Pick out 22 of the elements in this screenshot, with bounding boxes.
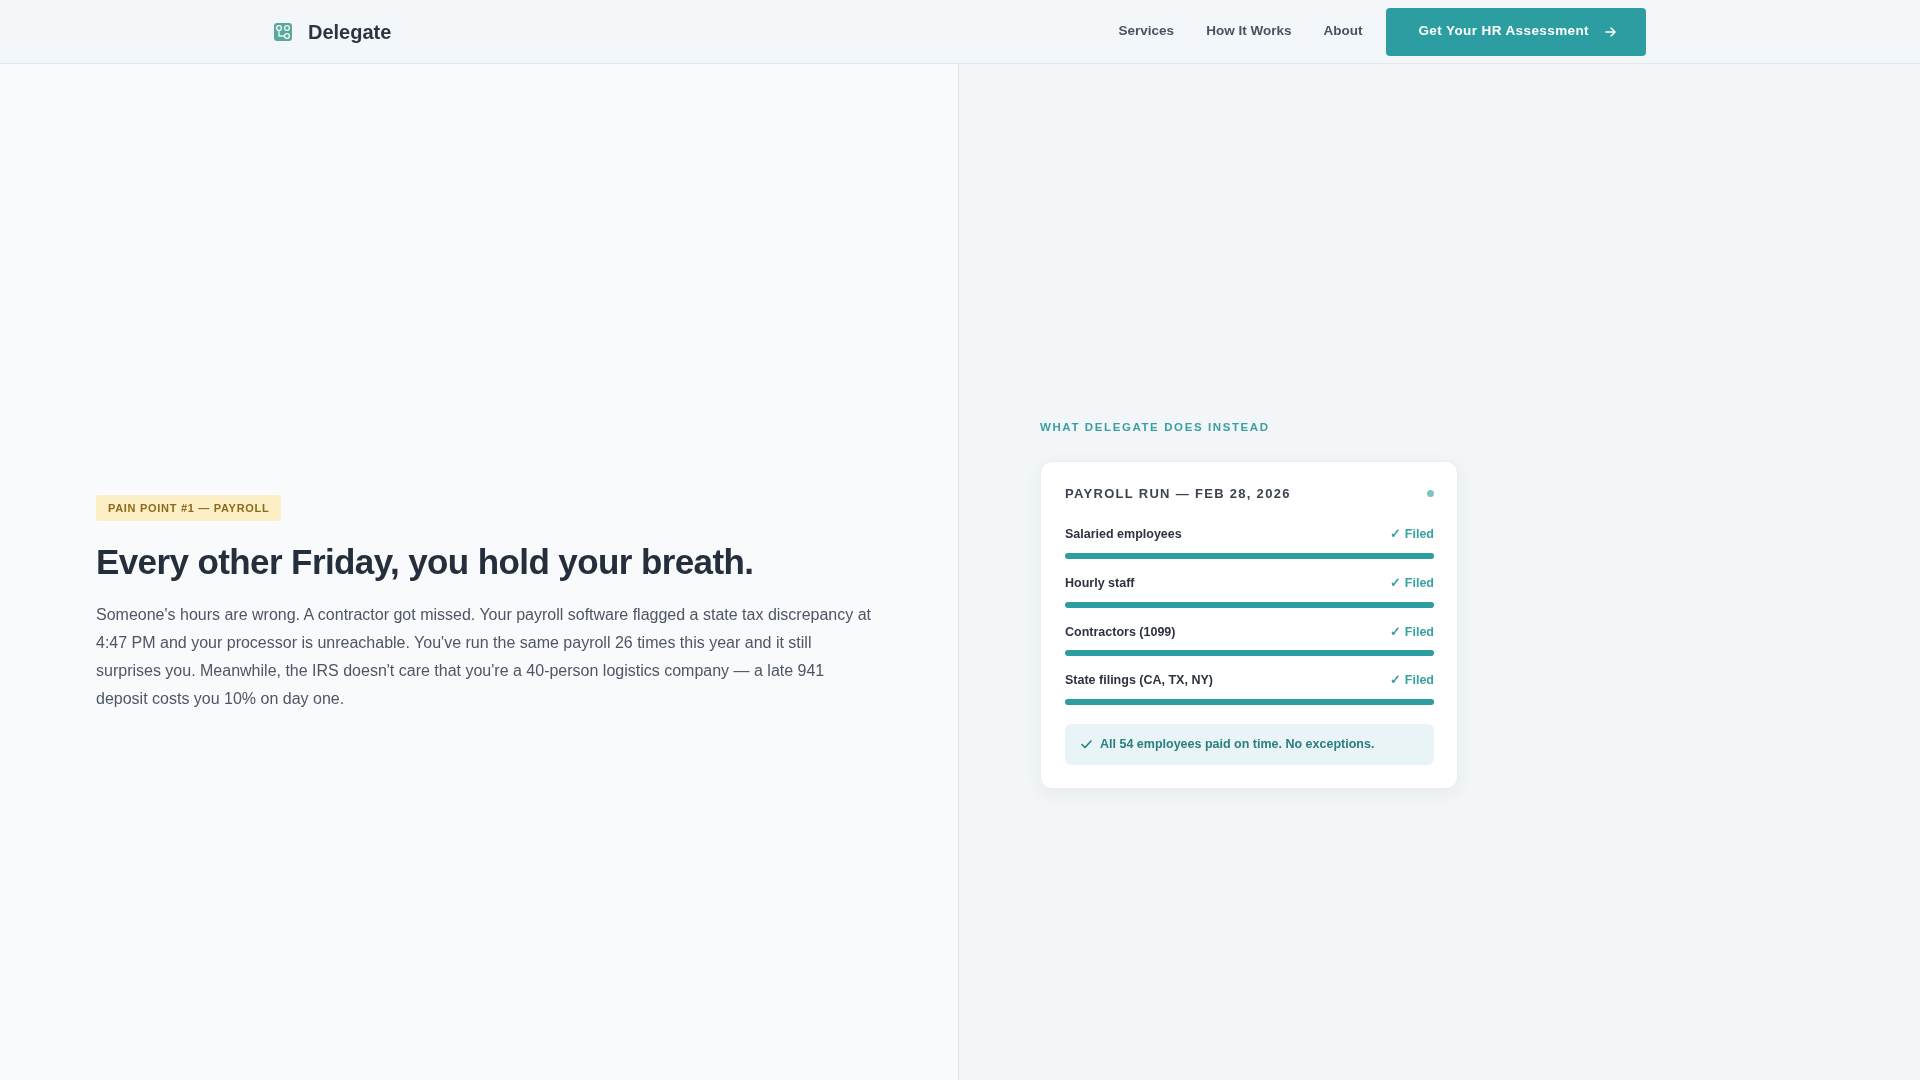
status-text: ✓ Filed: [1390, 526, 1434, 543]
summary-text: All 54 employees paid on time. No exceptions.: [1100, 736, 1375, 753]
row-label: Salaried employees: [1065, 526, 1182, 543]
status-text: ✓ Filed: [1390, 672, 1434, 690]
section-heading: Every other Friday, you hold your breath.: [96, 541, 755, 584]
nav-link[interactable]: How It Works: [1206, 17, 1292, 46]
pain-point-tag: PAIN POINT #1 — PAYROLL: [96, 494, 282, 522]
row-label: State filings (CA, TX, NY): [1065, 672, 1213, 690]
nav-link[interactable]: About: [1323, 17, 1363, 46]
status-text: ✓ Filed: [1390, 623, 1434, 641]
logo-icon: [274, 22, 292, 41]
status-dot-icon: [1427, 489, 1434, 497]
card-title: PAYROLL RUN — FEB 28, 2026: [1065, 484, 1291, 503]
brand-name[interactable]: Delegate: [308, 16, 392, 47]
arrow-right-icon: [1605, 26, 1616, 37]
row-label: Hourly staff: [1065, 574, 1135, 592]
status-text: ✓ Filed: [1390, 574, 1434, 592]
nav-link[interactable]: Services: [1118, 17, 1175, 46]
description-paragraph: Someone's hours are wrong. A contractor got missed. Your payroll software flagged a state tax discrepancy at 4:47 PM and your processor is unreachable. You've run the same payroll 26 times this year and it still surprises you. Meanwhile, the IRS doesn't care that you're a 40-person logistics company — a late 941 deposit costs you 10% on day one.: [96, 605, 873, 710]
check-icon: [1081, 739, 1092, 749]
row-label: Contractors (1099): [1065, 623, 1176, 641]
section-label: WHAT DELEGATE DOES INSTEAD: [1040, 420, 1271, 436]
